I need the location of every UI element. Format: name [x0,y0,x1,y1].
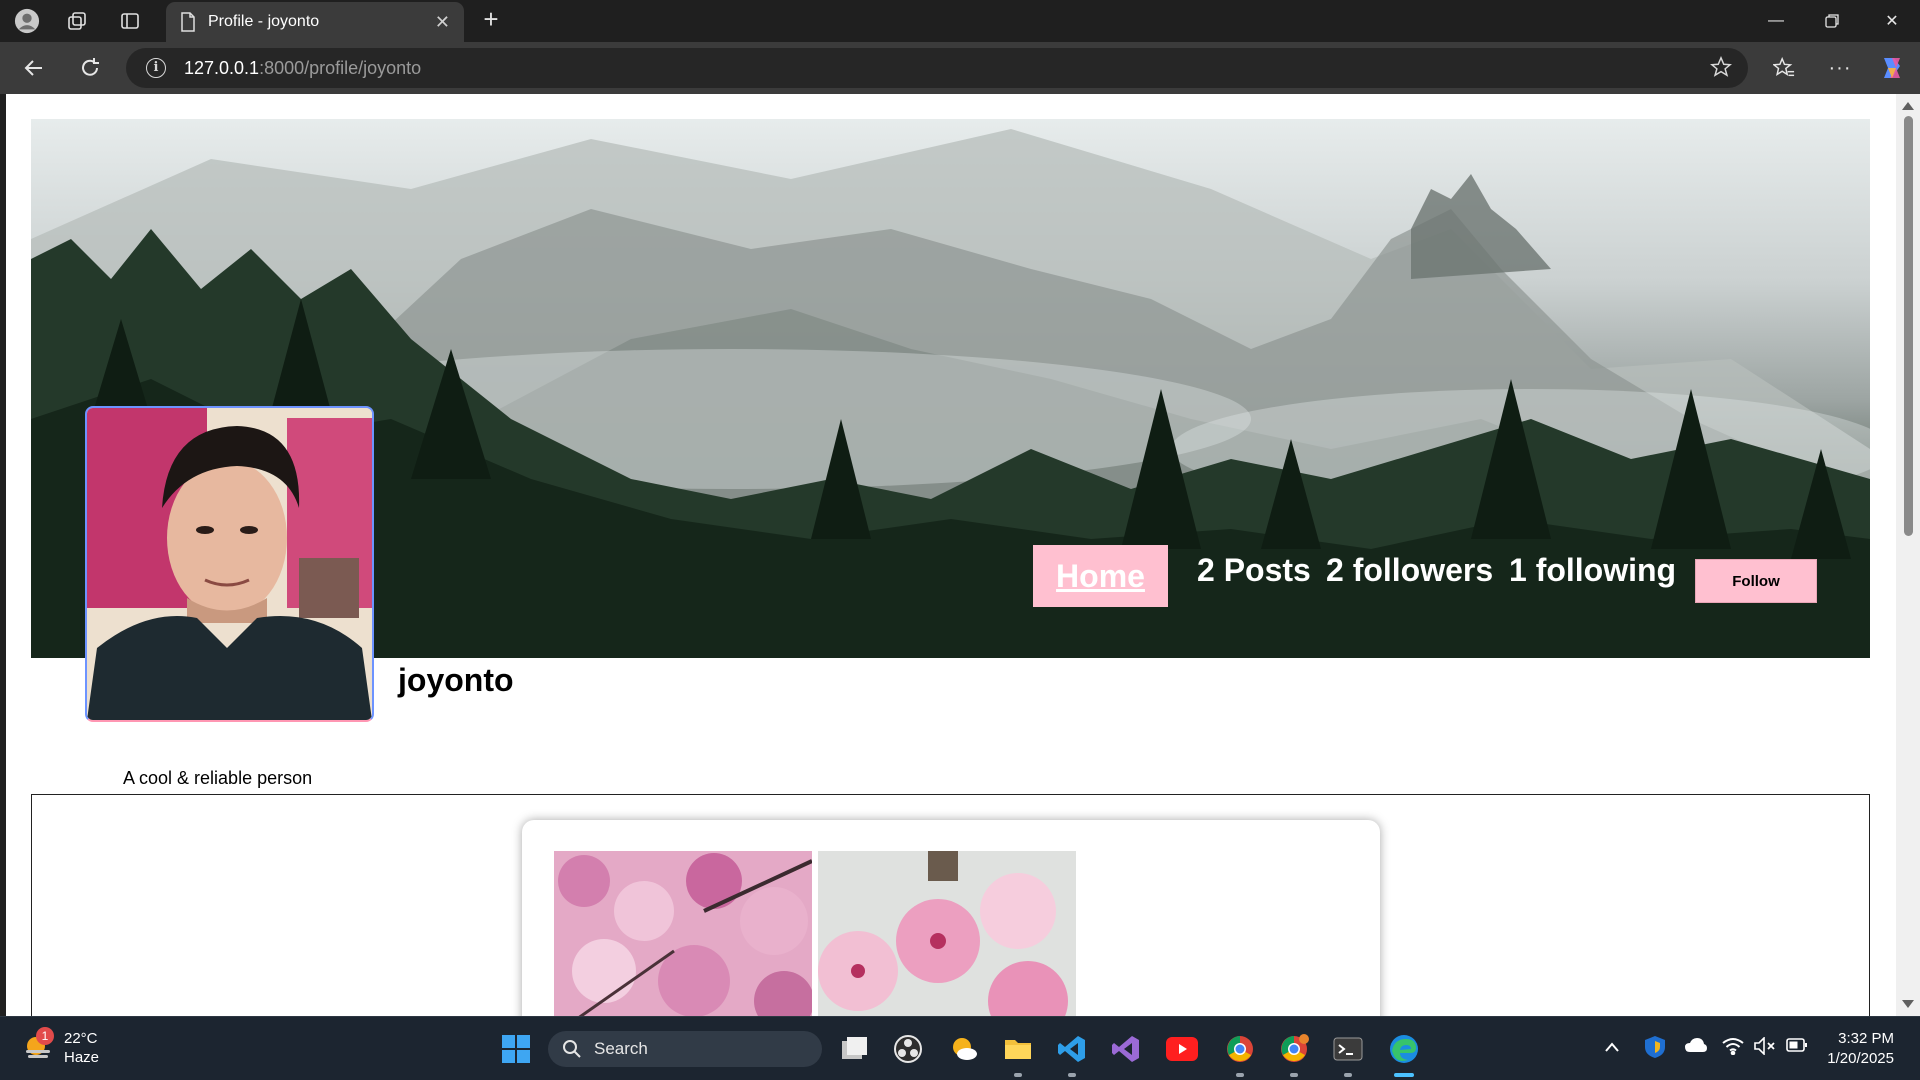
visual-studio-icon[interactable] [1108,1031,1144,1067]
search-label: Search [594,1039,648,1058]
back-icon[interactable] [18,52,50,84]
favorite-star-icon[interactable] [1709,55,1733,83]
profile-avatar-icon[interactable] [14,8,40,34]
security-shield-icon[interactable] [1644,1035,1666,1064]
start-icon[interactable] [498,1031,534,1067]
more-options-icon[interactable]: ··· [1824,52,1856,84]
speaker-muted-icon[interactable] [1754,1036,1776,1060]
favorites-icon[interactable] [1768,52,1800,84]
scroll-down-icon[interactable] [1902,1000,1914,1008]
weather-app-icon[interactable] [946,1031,982,1067]
weather-badge: 1 [36,1027,54,1045]
url-text: 127.0.0.1:8000/profile/joyonto [184,57,422,78]
browser-toolbar: i 127.0.0.1:8000/profile/joyonto ··· [0,42,1920,94]
reload-icon[interactable] [74,52,106,84]
site-info-icon[interactable]: i [146,58,166,78]
taskbar-search[interactable]: Search [548,1031,822,1067]
profile-picture[interactable] [85,406,374,722]
search-icon [563,1040,581,1058]
followers-count[interactable]: 2 followers [1326,552,1493,589]
copilot-icon[interactable] [1876,52,1908,84]
scroll-up-icon[interactable] [1902,102,1914,110]
chrome-profile-icon[interactable] [1276,1031,1312,1077]
bio-text: A cool & reliable person [123,768,313,788]
scrollbar-thumb[interactable] [1904,116,1913,536]
weather-desc: Haze [64,1049,100,1066]
tab-profile[interactable]: Profile - joyonto ✕ [166,2,464,42]
post-image-1[interactable] [554,851,812,1016]
task-view-icon[interactable] [836,1031,872,1067]
weather-temp: 22°C [64,1030,98,1047]
restore-icon[interactable] [1804,0,1860,42]
page-viewport: Home 2 Posts 2 followers 1 following Fol… [6,94,1896,1016]
workspaces-icon[interactable] [64,8,90,34]
show-hidden-icons[interactable] [1604,1037,1620,1058]
following-count[interactable]: 1 following [1509,552,1676,589]
tab-close-icon[interactable]: ✕ [435,12,450,33]
onedrive-cloud-icon[interactable] [1684,1037,1708,1058]
new-tab-icon[interactable]: + [478,6,504,34]
battery-icon[interactable] [1786,1037,1808,1058]
close-window-icon[interactable]: ✕ [1864,0,1920,42]
clock-date: 1/20/2025 [1827,1050,1894,1067]
page-icon [181,12,195,32]
edge-icon[interactable] [1386,1031,1422,1077]
minimize-icon[interactable]: — [1748,0,1804,42]
vertical-tabs-icon[interactable] [117,8,143,34]
terminal-icon[interactable] [1330,1031,1366,1077]
posts-count[interactable]: 2 Posts [1197,552,1311,589]
windows-taskbar: 1 22°C Haze Search 3:32 PM 1/20/2025 [0,1016,1920,1080]
obs-icon[interactable] [890,1031,926,1067]
tab-title: Profile - joyonto [208,13,320,30]
page-scrollbar[interactable] [1896,94,1920,1016]
vscode-icon[interactable] [1054,1031,1090,1077]
file-explorer-icon[interactable] [1000,1031,1036,1077]
weather-widget[interactable]: 1 22°C Haze [22,1027,100,1067]
clock-time: 3:32 PM [1838,1030,1894,1047]
address-bar[interactable]: i 127.0.0.1:8000/profile/joyonto [126,48,1748,88]
post-image-2[interactable] [818,851,1076,1016]
youtube-icon[interactable] [1164,1031,1200,1067]
wifi-icon[interactable] [1722,1037,1744,1060]
chrome-icon[interactable] [1222,1031,1258,1077]
browser-title-bar: Profile - joyonto ✕ + — ✕ [0,0,1920,42]
username: joyonto [398,662,514,698]
home-link[interactable]: Home [1033,545,1168,607]
follow-button[interactable]: Follow [1695,559,1817,603]
system-clock[interactable]: 3:32 PM 1/20/2025 [1812,1029,1894,1069]
